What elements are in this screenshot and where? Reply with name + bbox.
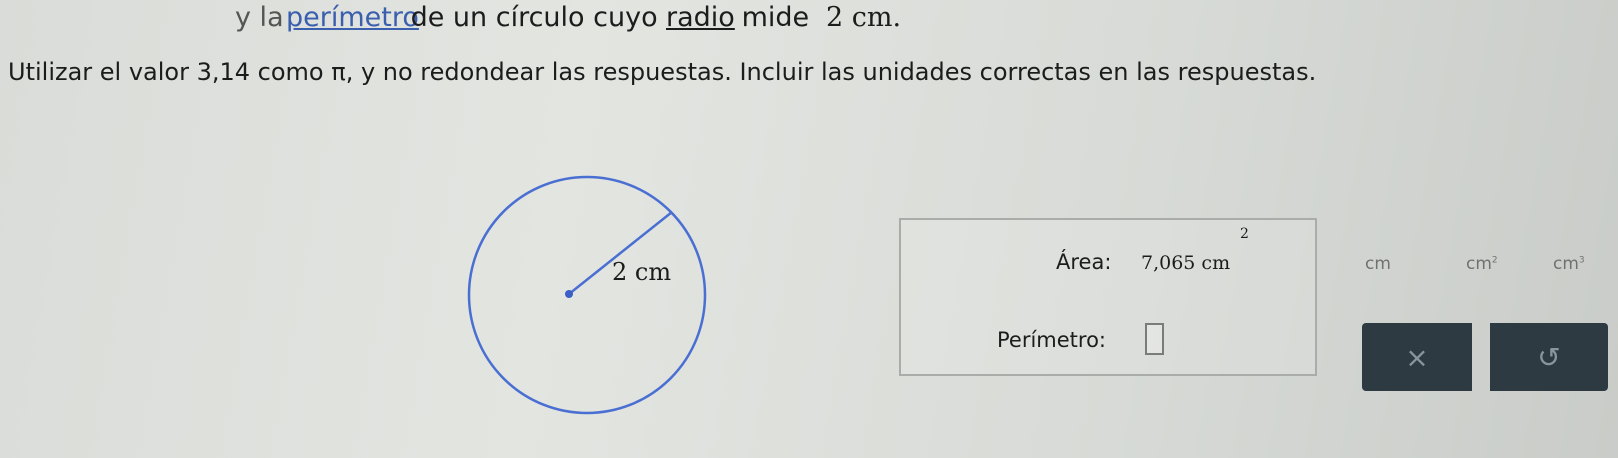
area-value[interactable]: 7,065 cm	[1141, 252, 1230, 274]
question-line: y la perímetro de un círculo cuyo radio …	[0, 0, 1618, 42]
question-faded-text: y la	[235, 2, 284, 33]
unit-cm-label: cm	[1365, 254, 1391, 274]
center-point	[565, 290, 573, 298]
area-exponent: 2	[1240, 226, 1249, 242]
unit-cm2-base: cm	[1466, 254, 1492, 274]
unit-cm2-exponent: 2	[1491, 255, 1498, 266]
perimeter-link[interactable]: perímetro	[286, 2, 419, 33]
question-text-b: mide	[733, 2, 818, 33]
unit-cm-button[interactable]: cm	[1365, 254, 1391, 274]
perimeter-label: Perímetro:	[997, 328, 1107, 352]
radius-label: 2 cm	[612, 258, 671, 286]
unit-cm2-button[interactable]: cm2	[1466, 254, 1498, 274]
circle-figure: 2 cm	[467, 175, 707, 415]
unit-cm3-button[interactable]: cm3	[1553, 254, 1585, 274]
clear-button[interactable]: ×	[1362, 323, 1472, 391]
instructions-text: Utilizar el valor 3,14 como π, y no redo…	[8, 58, 1317, 86]
close-icon: ×	[1405, 340, 1429, 374]
area-label: Área:	[1056, 250, 1112, 274]
unit-cm3-base: cm	[1553, 254, 1579, 274]
undo-button[interactable]: ↺	[1490, 323, 1608, 391]
question-text-a: de un círculo cuyo	[402, 2, 667, 33]
radius-value: 2 cm.	[826, 2, 902, 33]
answer-box: Área: 7,065 cm 2 Perímetro:	[899, 218, 1317, 376]
unit-cm3-exponent: 3	[1578, 255, 1585, 266]
perimeter-input[interactable]	[1145, 323, 1164, 355]
undo-icon: ↺	[1537, 340, 1561, 374]
radius-link[interactable]: radio	[666, 2, 735, 33]
